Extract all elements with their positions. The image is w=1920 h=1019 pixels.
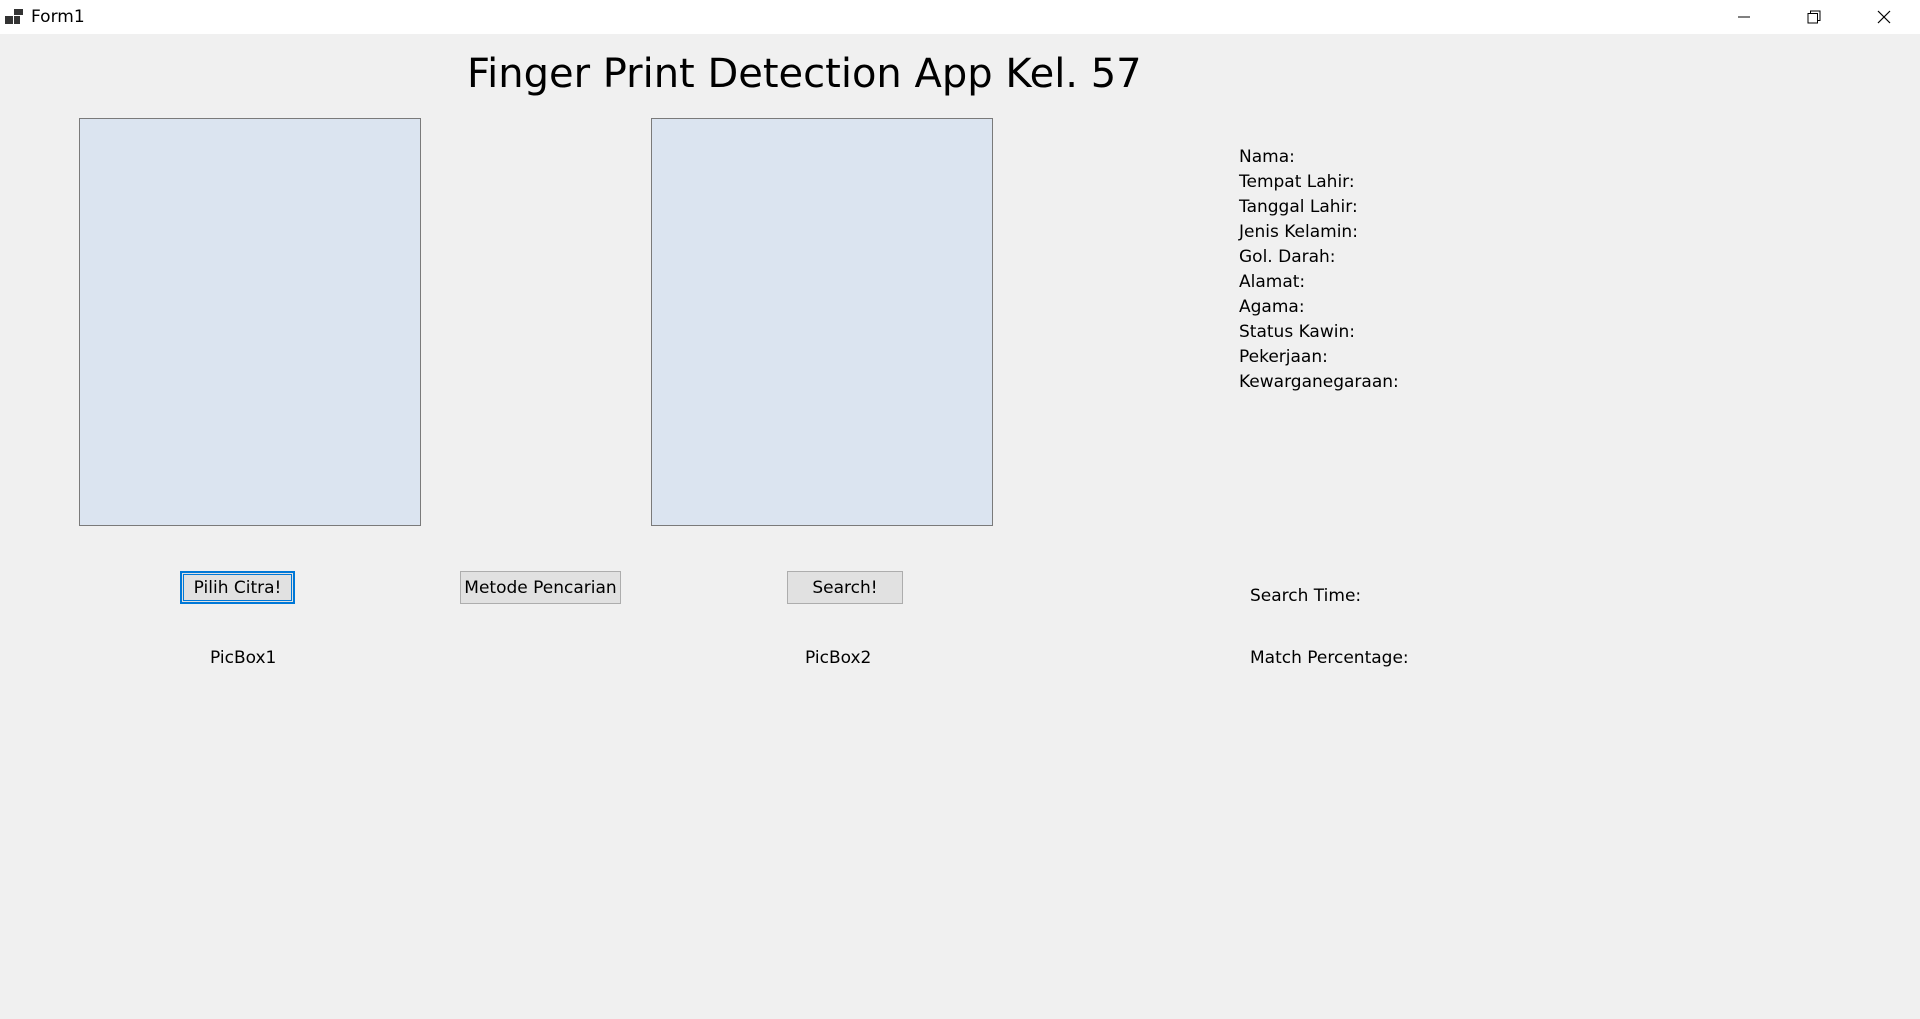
search-time-label: Search Time:: [1250, 586, 1362, 606]
search-button[interactable]: Search!: [787, 571, 903, 604]
info-jenis-kelamin-label: Jenis Kelamin:: [1239, 222, 1358, 242]
picture-box-2: [651, 118, 993, 526]
pilih-citra-button[interactable]: Pilih Citra!: [180, 571, 295, 604]
app-icon: [5, 9, 23, 24]
picbox1-label: PicBox1: [210, 648, 277, 668]
metode-pencarian-button[interactable]: Metode Pencarian: [460, 571, 621, 604]
close-button[interactable]: [1849, 0, 1919, 34]
info-tanggal-lahir-label: Tanggal Lahir:: [1239, 197, 1358, 217]
minimize-button[interactable]: [1709, 0, 1779, 34]
info-tempat-lahir-label: Tempat Lahir:: [1239, 172, 1355, 192]
info-kewarganegaraan-label: Kewarganegaraan:: [1239, 372, 1399, 392]
title-bar[interactable]: Form1: [0, 0, 1920, 34]
restore-icon: [1807, 10, 1821, 24]
identity-info-list: Nama: Tempat Lahir: Tanggal Lahir: Jenis…: [1239, 145, 1399, 395]
info-nama-label: Nama:: [1239, 147, 1295, 167]
minimize-icon: [1738, 16, 1750, 18]
info-gol-darah-label: Gol. Darah:: [1239, 247, 1336, 267]
match-percentage-label: Match Percentage:: [1250, 648, 1409, 668]
close-icon: [1877, 10, 1891, 24]
info-status-kawin-label: Status Kawin:: [1239, 322, 1355, 342]
picbox2-label: PicBox2: [805, 648, 872, 668]
info-alamat-label: Alamat:: [1239, 272, 1306, 292]
info-agama-label: Agama:: [1239, 297, 1305, 317]
info-pekerjaan-label: Pekerjaan:: [1239, 347, 1328, 367]
app-title: Finger Print Detection App Kel. 57: [467, 51, 1142, 97]
window-title: Form1: [31, 7, 85, 27]
app-window: Form1 Finger Print Detection App Kel. 57…: [0, 0, 1920, 1019]
restore-button[interactable]: [1779, 0, 1849, 34]
picture-box-1: [79, 118, 421, 526]
